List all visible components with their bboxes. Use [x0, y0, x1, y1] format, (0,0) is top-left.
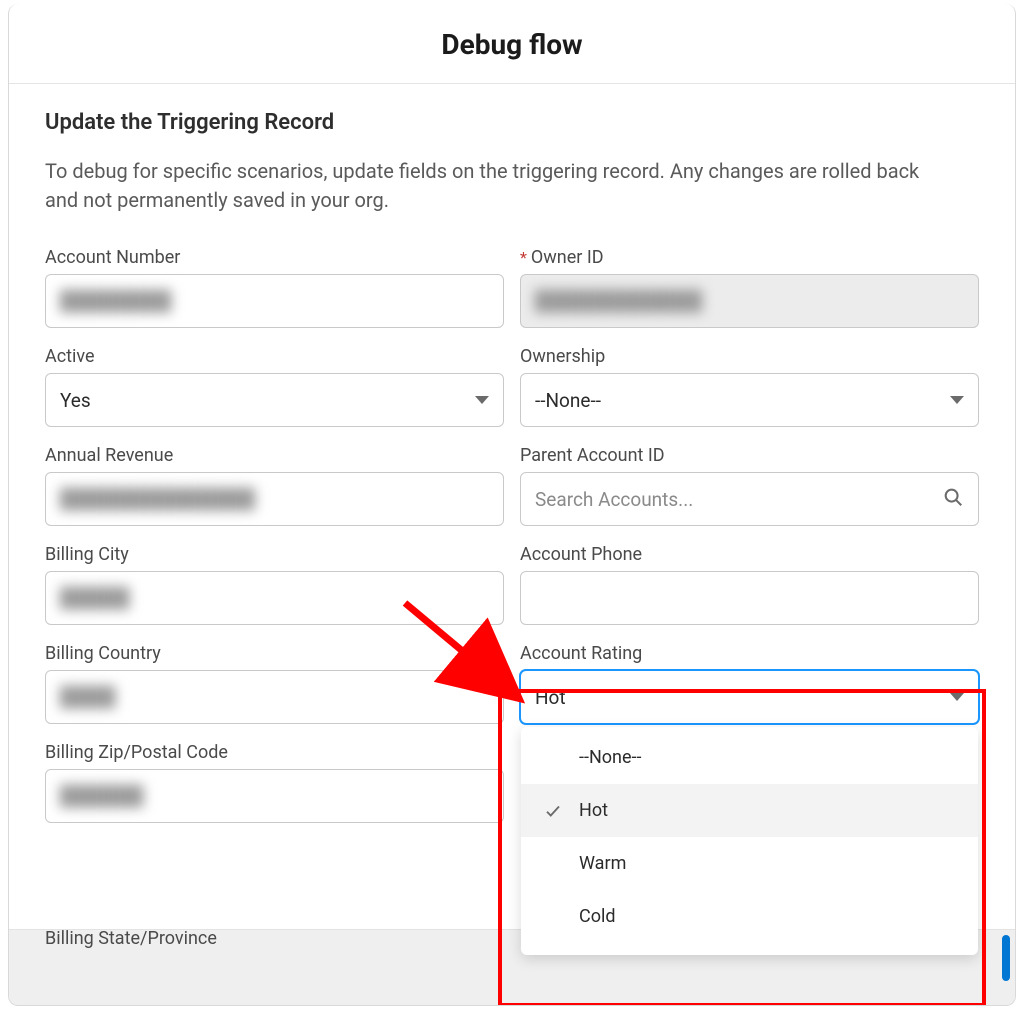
modal-body: Update the Triggering Record To debug fo…: [9, 84, 1015, 1006]
section-description: To debug for specific scenarios, update …: [45, 157, 925, 215]
masked-value: ██████: [60, 784, 144, 808]
select-active-value: Yes: [60, 389, 91, 412]
field-active: Active Yes: [45, 346, 504, 427]
field-annual-revenue: Annual Revenue ██████████████: [45, 445, 504, 526]
modal-title: Debug flow: [9, 28, 1015, 61]
label-billing-zip: Billing Zip/Postal Code: [45, 742, 504, 763]
debug-flow-modal: Debug flow Update the Triggering Record …: [8, 4, 1016, 1006]
select-account-rating[interactable]: Hot --None-- Hot: [520, 670, 979, 724]
label-account-phone: Account Phone: [520, 544, 979, 565]
option-warm[interactable]: Warm: [521, 837, 978, 890]
masked-value: ████████████: [535, 289, 703, 313]
input-account-phone[interactable]: [520, 571, 979, 625]
modal-header: Debug flow: [9, 4, 1015, 84]
lookup-placeholder: Search Accounts...: [535, 488, 693, 511]
label-account-number: Account Number: [45, 247, 504, 268]
field-billing-country: Billing Country ████: [45, 643, 504, 724]
label-owner-id: * Owner ID: [520, 247, 979, 268]
label-billing-city: Billing City: [45, 544, 504, 565]
input-annual-revenue[interactable]: ██████████████: [45, 472, 504, 526]
chevron-down-icon: [950, 396, 964, 404]
option-hot[interactable]: Hot: [521, 784, 978, 837]
option-label: Warm: [579, 853, 626, 874]
required-star-icon: *: [520, 248, 527, 267]
lookup-parent-account[interactable]: Search Accounts...: [520, 472, 979, 526]
field-parent-account: Parent Account ID Search Accounts...: [520, 445, 979, 526]
masked-value: █████: [60, 586, 130, 610]
chevron-down-icon: [475, 396, 489, 404]
field-account-rating: Account Rating Hot --None--: [520, 643, 979, 724]
masked-value: ████: [60, 685, 116, 709]
option-label: Hot: [579, 800, 608, 821]
search-icon: [942, 486, 964, 513]
option-cold[interactable]: Cold: [521, 890, 978, 943]
select-account-rating-value: Hot: [535, 686, 566, 709]
label-active: Active: [45, 346, 504, 367]
option-label: --None--: [579, 747, 642, 768]
option-label: Cold: [579, 906, 616, 927]
label-billing-country: Billing Country: [45, 643, 504, 664]
dropdown-account-rating: --None-- Hot Warm: [521, 727, 978, 955]
field-account-phone: Account Phone: [520, 544, 979, 625]
check-icon: [543, 802, 563, 820]
masked-value: ██████████████: [60, 487, 255, 511]
label-annual-revenue: Annual Revenue: [45, 445, 504, 466]
field-billing-zip: Billing Zip/Postal Code ██████: [45, 742, 504, 823]
input-account-number[interactable]: ████████: [45, 274, 504, 328]
field-ownership: Ownership --None--: [520, 346, 979, 427]
label-account-rating: Account Rating: [520, 643, 979, 664]
label-owner-id-text: Owner ID: [531, 247, 604, 268]
masked-value: ████████: [60, 289, 172, 313]
input-billing-country[interactable]: ████: [45, 670, 504, 724]
select-active[interactable]: Yes: [45, 373, 504, 427]
chevron-down-icon: [950, 693, 964, 701]
section-title: Update the Triggering Record: [45, 110, 979, 135]
input-billing-zip[interactable]: ██████: [45, 769, 504, 823]
select-ownership-value: --None--: [535, 389, 601, 412]
field-billing-city: Billing City █████: [45, 544, 504, 625]
label-ownership: Ownership: [520, 346, 979, 367]
input-billing-city[interactable]: █████: [45, 571, 504, 625]
field-account-number: Account Number ████████: [45, 247, 504, 328]
field-owner-id: * Owner ID ████████████: [520, 247, 979, 328]
option-none[interactable]: --None--: [521, 731, 978, 784]
input-owner-id: ████████████: [520, 274, 979, 328]
form-grid: Account Number ████████ * Owner ID █████…: [45, 247, 979, 823]
select-ownership[interactable]: --None--: [520, 373, 979, 427]
label-billing-state-partial: Billing State/Province: [45, 928, 217, 949]
scrollbar-thumb[interactable]: [1002, 935, 1010, 981]
label-parent-account: Parent Account ID: [520, 445, 979, 466]
